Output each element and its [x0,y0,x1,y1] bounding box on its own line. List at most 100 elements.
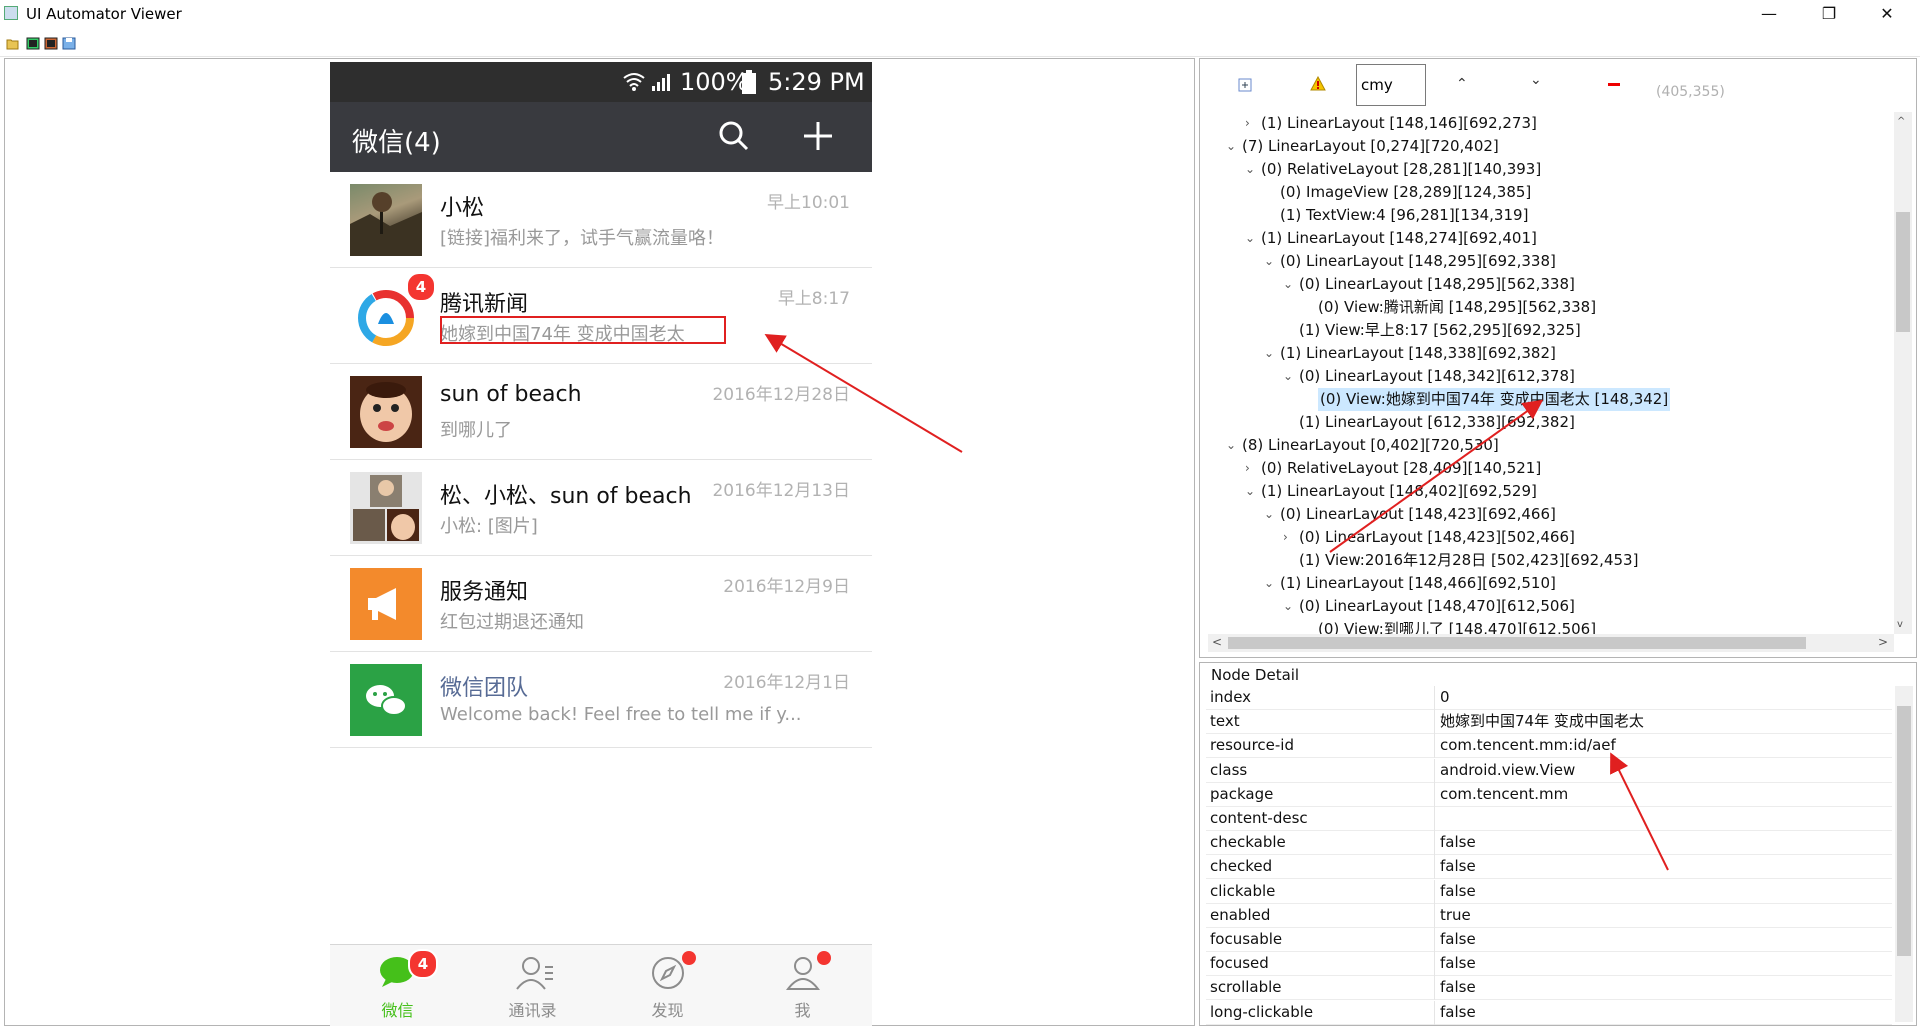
tree-node[interactable]: ⌄ (0) LinearLayout [148,295][562,338] [1208,273,1898,296]
tree-node[interactable]: ⌄ (1) LinearLayout [148,466][692,510] [1208,572,1898,595]
tree-node[interactable]: ⌄ (1) LinearLayout [148,338][692,382] [1208,342,1898,365]
detail-row[interactable]: enabled true [1206,903,1892,928]
detail-row[interactable]: resource-id com.tencent.mm:id/aef [1206,734,1892,759]
collapse-chevron-icon[interactable]: ⌄ [1283,273,1293,296]
scroll-thumb[interactable] [1897,706,1911,956]
detail-row[interactable]: long-clickable false [1206,1000,1892,1025]
scroll-thumb[interactable] [1228,637,1806,649]
tree-node[interactable]: ⌄ (0) LinearLayout [148,342][612,378] [1208,365,1898,388]
chat-row[interactable]: 小松 早上10:01 [链接]福利来了，试手气赢流量咯！ [330,172,872,268]
detail-row[interactable]: checked false [1206,855,1892,880]
collapse-chevron-icon[interactable]: ⌄ [1264,572,1274,595]
detail-key: long-clickable [1210,1002,1314,1021]
collapse-chevron-icon[interactable]: ⌄ [1283,365,1293,388]
status-bar: 100% 5:29 PM [330,62,872,102]
save-icon[interactable] [62,37,76,50]
add-icon[interactable] [802,120,834,152]
tree-node-label: (0) LinearLayout [148,295][562,338] [1299,275,1575,293]
detail-vertical-scrollbar[interactable] [1895,686,1913,1022]
collapse-chevron-icon[interactable]: ⌄ [1226,135,1236,158]
tree-node[interactable]: (1) View:2016年12月28日 [502,423][692,453] [1208,549,1898,572]
collapse-chevron-icon[interactable]: ⌄ [1226,434,1236,457]
app-icon [4,6,18,20]
tree-node[interactable]: (0) View:腾讯新闻 [148,295][562,338] [1208,296,1898,319]
service-notice-avatar [350,568,422,640]
tree-node[interactable]: ⌄ (0) RelativeLayout [28,281][140,393] [1208,158,1898,181]
detail-row[interactable]: class android.view.View [1206,758,1892,783]
detail-value: 她嫁到中国74年 变成中国老太 [1440,712,1644,731]
tree-node[interactable]: › (0) RelativeLayout [28,409][140,521] [1208,457,1898,480]
minimize-button[interactable]: — [1746,0,1792,28]
restore-button[interactable]: ❐ [1806,0,1852,28]
search-previous-icon[interactable]: ⌃ [1456,76,1468,92]
chat-row[interactable]: sun of beach 2016年12月28日 到哪儿了 [330,364,872,460]
tree-node[interactable]: (1) TextView:4 [96,281][134,319] [1208,204,1898,227]
collapse-chevron-icon[interactable]: ⌄ [1245,480,1255,503]
tree-node-selected[interactable]: (0) View:她嫁到中国74年 变成中国老太 [148,342] [1208,388,1898,411]
battery-percent: 100% [680,68,749,96]
phone-screen[interactable]: 100% 5:29 PM 微信(4) 小松 早上10:01 [链接]福利来了，试… [330,62,872,1026]
tree-node[interactable]: (1) LinearLayout [612,338][692,382] [1208,411,1898,434]
close-button[interactable]: ✕ [1864,0,1910,28]
open-folder-icon[interactable] [6,37,20,50]
tree-vertical-scrollbar[interactable]: ^ v [1894,112,1912,634]
expand-all-icon[interactable] [1238,78,1252,92]
detail-row[interactable]: focusable false [1206,928,1892,952]
chat-row[interactable]: 服务通知 2016年12月9日 红包过期退还通知 [330,556,872,652]
detail-row[interactable]: package com.tencent.mm [1206,782,1892,807]
detail-key: checked [1210,857,1273,876]
detail-row[interactable]: focused false [1206,952,1892,977]
tree-node[interactable]: (1) View:早上8:17 [562,295][692,325] [1208,319,1898,342]
detail-row[interactable]: clickable false [1206,879,1892,904]
collapse-chevron-icon[interactable]: ⌄ [1264,342,1274,365]
tree-node[interactable]: ⌄ (7) LinearLayout [0,274][720,402] [1208,135,1898,158]
tree-node[interactable]: (0) View:到哪儿了 [148,470][612,506] [1208,618,1898,634]
tree-node[interactable]: ⌄ (0) LinearLayout [148,423][692,466] [1208,503,1898,526]
tab-chats[interactable]: 4 微信 [330,945,465,1026]
chat-row[interactable]: 4 腾讯新闻 早上8:17 她嫁到中国74年 变成中国老太 [330,268,872,364]
detail-row[interactable]: scrollable false [1206,976,1892,1001]
tree-node[interactable]: › (0) LinearLayout [148,423][502,466] [1208,526,1898,549]
tree-node[interactable]: ⌄ (0) LinearLayout [148,295][692,338] [1208,250,1898,273]
collapse-chevron-icon[interactable]: ⌄ [1264,503,1274,526]
collapse-chevron-icon[interactable]: ⌄ [1245,158,1255,181]
tree-node-label: (0) ImageView [28,289][124,385] [1280,183,1532,201]
warning-icon[interactable] [1310,76,1326,91]
collapse-chevron-icon[interactable]: ⌄ [1283,595,1293,618]
tree-horizontal-scrollbar[interactable]: < > [1208,634,1894,652]
collapse-chevron-icon[interactable]: ⌄ [1245,227,1255,250]
detail-key: checkable [1210,833,1286,852]
tab-me[interactable]: 我 [735,945,870,1026]
search-input[interactable] [1356,64,1426,106]
detail-row[interactable]: text 她嫁到中国74年 变成中国老太 [1206,710,1892,735]
tab-contacts[interactable]: 通讯录 [465,945,600,1026]
chat-row[interactable]: 微信团队 2016年12月1日 Welcome back! Feel free … [330,652,872,748]
search-icon[interactable] [718,120,750,152]
tree-node[interactable]: › (1) LinearLayout [148,146][692,273] [1208,112,1898,135]
expand-chevron-icon[interactable]: › [1245,457,1250,480]
detail-key: text [1210,712,1240,731]
tree-node[interactable]: (0) ImageView [28,289][124,385] [1208,181,1898,204]
tree-node[interactable]: ⌄ (0) LinearLayout [148,470][612,506] [1208,595,1898,618]
detail-key: content-desc [1210,809,1308,827]
node-tree[interactable]: › (1) LinearLayout [148,146][692,273] ⌄ (7)… [1208,112,1898,634]
detail-row[interactable]: content-desc [1206,807,1892,831]
tab-discover[interactable]: 发现 [600,945,735,1026]
tree-node-label: (0) View:腾讯新闻 [148,295][562,338] [1318,298,1597,316]
device-screenshot-compressed-icon[interactable] [44,37,58,50]
expand-chevron-icon[interactable]: › [1245,112,1250,135]
column-divider [1434,710,1435,735]
device-screenshot-icon[interactable] [26,37,40,50]
tree-node[interactable]: ⌄ (1) LinearLayout [148,274][692,401] [1208,227,1898,250]
collapse-chevron-icon[interactable]: ⌄ [1264,250,1274,273]
expand-chevron-icon[interactable]: › [1283,526,1288,549]
tree-node[interactable]: ⌄ (8) LinearLayout [0,402][720,530] [1208,434,1898,457]
tree-node[interactable]: ⌄ (1) LinearLayout [148,402][692,529] [1208,480,1898,503]
clear-search-icon[interactable] [1608,83,1620,86]
detail-row[interactable]: index 0 [1206,686,1892,710]
search-next-icon[interactable]: ⌄ [1530,72,1542,88]
scroll-thumb[interactable] [1896,212,1910,332]
tree-node-label: (0) LinearLayout [148,342][612,378] [1299,367,1575,385]
detail-row[interactable]: checkable false [1206,831,1892,856]
chat-row[interactable]: 松、小松、sun of beach 2016年12月13日 小松: [图片] [330,460,872,556]
